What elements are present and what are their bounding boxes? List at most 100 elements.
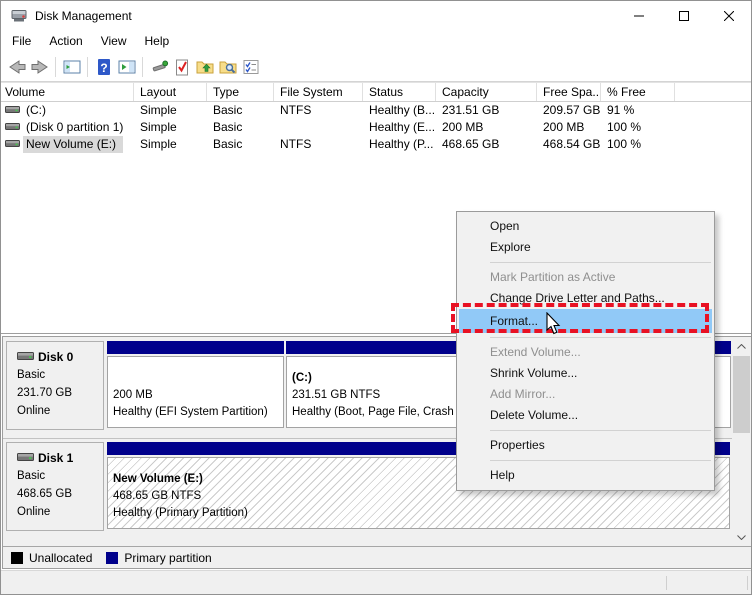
cell-pct-free[interactable]: 100 %: [601, 119, 675, 136]
menu-item-explore[interactable]: Explore: [457, 237, 714, 258]
menu-item-open[interactable]: Open: [457, 216, 714, 237]
drive-icon: [5, 102, 20, 119]
status-bar: [1, 570, 751, 594]
back-icon[interactable]: [5, 56, 28, 79]
table-row-disk0-partition1[interactable]: (Disk 0 partition 1) Simple Basic Health…: [1, 119, 752, 136]
folder-search-icon[interactable]: [216, 56, 239, 79]
column-header-free-space[interactable]: Free Spa...: [537, 83, 601, 101]
cell-layout[interactable]: Simple: [134, 102, 207, 119]
cell-pct-free[interactable]: 100 %: [601, 136, 675, 153]
menu-item-help[interactable]: Help: [457, 465, 714, 486]
disk-icon: [17, 449, 34, 467]
maximize-button[interactable]: [661, 1, 706, 31]
cell-free-space[interactable]: 200 MB: [537, 119, 601, 136]
menu-separator: [490, 460, 711, 461]
checklist-icon[interactable]: [239, 56, 262, 79]
volume-name[interactable]: (Disk 0 partition 1): [23, 119, 130, 136]
cell-type[interactable]: Basic: [207, 102, 274, 119]
help-icon[interactable]: ?: [92, 56, 115, 79]
cell-capacity[interactable]: 231.51 GB: [436, 102, 537, 119]
folder-up-icon[interactable]: [193, 56, 216, 79]
legend-primary-swatch: [106, 552, 118, 564]
status-bar-divider: [747, 576, 748, 590]
disk-size: 468.65 GB: [17, 485, 103, 503]
column-header-blank: [675, 83, 752, 101]
screwdriver-icon[interactable]: [147, 56, 170, 79]
show-action-pane-icon[interactable]: [115, 56, 138, 79]
cell-free-space[interactable]: 468.54 GB: [537, 136, 601, 153]
menu-item-shrink-volume[interactable]: Shrink Volume...: [457, 363, 714, 384]
cell-type[interactable]: Basic: [207, 119, 274, 136]
cell-volume[interactable]: (C:): [1, 102, 134, 119]
mouse-cursor: [546, 312, 561, 338]
menu-item-delete-volume[interactable]: Delete Volume...: [457, 405, 714, 426]
menu-bar: File Action View Help: [1, 31, 751, 53]
vertical-scrollbar[interactable]: [733, 338, 750, 546]
forward-icon[interactable]: [28, 56, 51, 79]
scrollbar-thumb[interactable]: [733, 356, 750, 433]
table-row-c[interactable]: (C:) Simple Basic NTFS Healthy (B... 231…: [1, 102, 752, 119]
disk0-header[interactable]: Disk 0 Basic 231.70 GB Online: [6, 341, 104, 430]
cell-free-space[interactable]: 209.57 GB: [537, 102, 601, 119]
column-header-type[interactable]: Type: [207, 83, 274, 101]
volume-name-selected[interactable]: New Volume (E:): [23, 136, 123, 153]
minimize-button[interactable]: [616, 1, 661, 31]
table-row-new-volume-e[interactable]: New Volume (E:) Simple Basic NTFS Health…: [1, 136, 752, 153]
column-header-file-system[interactable]: File System: [274, 83, 363, 101]
disk1-header[interactable]: Disk 1 Basic 468.65 GB Online: [6, 442, 104, 531]
cell-status[interactable]: Healthy (E...: [363, 119, 436, 136]
column-header-pct-free[interactable]: % Free: [601, 83, 675, 101]
cell-status[interactable]: Healthy (P...: [363, 136, 436, 153]
cell-status[interactable]: Healthy (B...: [363, 102, 436, 119]
cell-volume[interactable]: New Volume (E:): [1, 136, 134, 153]
disk-size: 231.70 GB: [17, 384, 103, 402]
partition-efi[interactable]: 200 MB Healthy (EFI System Partition): [107, 341, 284, 430]
volume-name[interactable]: (C:): [23, 102, 53, 119]
disk-status: Online: [17, 503, 103, 521]
title-bar: Disk Management: [1, 1, 751, 31]
legend-primary-label: Primary partition: [124, 551, 211, 565]
partition-size: 200 MB: [113, 387, 278, 404]
menu-item-add-mirror: Add Mirror...: [457, 384, 714, 405]
check-document-icon[interactable]: [170, 56, 193, 79]
partition-status: Healthy (EFI System Partition): [113, 404, 278, 421]
window-title: Disk Management: [35, 9, 132, 23]
menu-item-extend-volume: Extend Volume...: [457, 342, 714, 363]
menu-view[interactable]: View: [92, 31, 136, 53]
drive-icon: [5, 119, 20, 136]
partition-color-bar: [107, 341, 284, 354]
cell-type[interactable]: Basic: [207, 136, 274, 153]
app-icon[interactable]: [11, 8, 27, 24]
column-header-layout[interactable]: Layout: [134, 83, 207, 101]
show-console-tree-icon[interactable]: [60, 56, 83, 79]
cell-pct-free[interactable]: 91 %: [601, 102, 675, 119]
drive-icon: [5, 136, 20, 153]
cell-layout[interactable]: Simple: [134, 136, 207, 153]
disk-status: Online: [17, 402, 103, 420]
scroll-up-icon[interactable]: [733, 338, 750, 355]
cell-capacity[interactable]: 468.65 GB: [436, 136, 537, 153]
cell-file-system[interactable]: NTFS: [274, 136, 363, 153]
menu-item-properties[interactable]: Properties: [457, 435, 714, 456]
window-controls: [616, 1, 751, 31]
toolbar-separator: [142, 57, 143, 77]
menu-file[interactable]: File: [3, 31, 40, 53]
cell-layout[interactable]: Simple: [134, 119, 207, 136]
column-header-status[interactable]: Status: [363, 83, 436, 101]
column-header-capacity[interactable]: Capacity: [436, 83, 537, 101]
volume-list-header: Volume Layout Type File System Status Ca…: [1, 82, 752, 102]
cell-volume[interactable]: (Disk 0 partition 1): [1, 119, 134, 136]
menu-action[interactable]: Action: [40, 31, 91, 53]
cell-file-system[interactable]: [274, 119, 363, 136]
cell-capacity[interactable]: 200 MB: [436, 119, 537, 136]
close-button[interactable]: [706, 1, 751, 31]
svg-text:?: ?: [100, 61, 107, 75]
column-header-volume[interactable]: Volume: [1, 83, 134, 101]
menu-separator: [490, 262, 711, 263]
menu-separator: [490, 337, 711, 338]
scroll-down-icon[interactable]: [733, 529, 750, 546]
disk-kind: Basic: [17, 467, 103, 485]
menu-help[interactable]: Help: [136, 31, 179, 53]
toolbar-separator: [55, 57, 56, 77]
cell-file-system[interactable]: NTFS: [274, 102, 363, 119]
